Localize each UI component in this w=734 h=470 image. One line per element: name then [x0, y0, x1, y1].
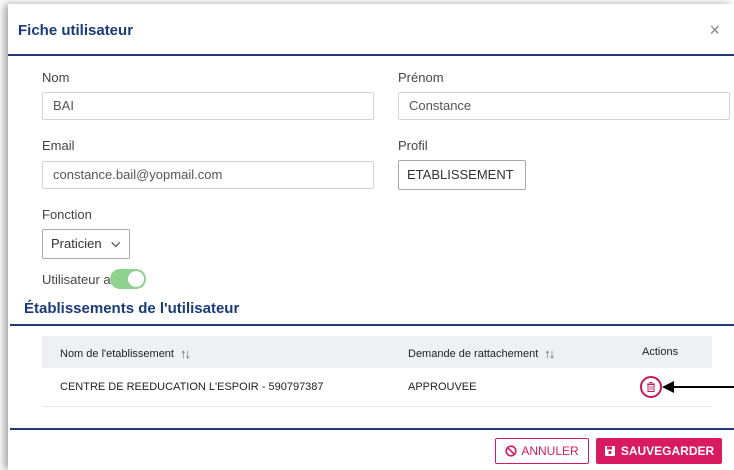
- actif-toggle[interactable]: [110, 269, 146, 289]
- footer-divider: [10, 428, 734, 430]
- trash-glyph: [647, 382, 655, 392]
- email-label: Email: [42, 138, 75, 153]
- prenom-input[interactable]: Constance: [398, 92, 730, 120]
- save-icon: [604, 446, 615, 456]
- arrow-left-icon: [662, 381, 734, 393]
- nom-input[interactable]: BAI: [42, 92, 374, 120]
- section-divider: [10, 324, 734, 326]
- section-title: Établissements de l'utilisateur: [24, 300, 240, 317]
- sort-icon[interactable]: ↑↓: [544, 346, 555, 361]
- title-divider: [8, 54, 734, 56]
- row-status: APPROUVEE: [408, 381, 477, 393]
- profil-select[interactable]: ETABLISSEMENT: [398, 160, 526, 190]
- sort-icon[interactable]: ↑↓: [180, 346, 191, 361]
- save-label: SAUVEGARDER: [620, 444, 715, 458]
- trash-icon[interactable]: [640, 376, 662, 398]
- col-actions-label: Actions: [642, 346, 679, 358]
- row-establishment-name: CENTRE DE REEDUCATION L'ESPOIR - 5907973…: [60, 381, 324, 393]
- fonction-label: Fonction: [42, 207, 92, 222]
- dialog-title: Fiche utilisateur: [18, 22, 134, 39]
- table-row: CENTRE DE REEDUCATION L'ESPOIR - 5907973…: [42, 368, 712, 407]
- chevron-down-icon: [110, 241, 120, 248]
- email-input[interactable]: constance.bail@yopmail.com: [42, 161, 374, 189]
- cancel-label: ANNULER: [521, 444, 579, 458]
- table-header: Nom de l'etablissement ↑↓ Demande de rat…: [42, 336, 712, 368]
- profil-label: Profil: [398, 138, 428, 153]
- profil-value: ETABLISSEMENT: [407, 167, 514, 182]
- save-button[interactable]: SAUVEGARDER: [596, 438, 722, 464]
- toggle-knob: [128, 271, 144, 287]
- col-demande-label: Demande de rattachement: [408, 347, 539, 360]
- close-icon[interactable]: ×: [709, 20, 720, 41]
- ban-icon: [505, 445, 517, 457]
- prenom-label: Prénom: [398, 70, 444, 85]
- col-header-demande[interactable]: Demande de rattachement ↑↓: [408, 346, 555, 361]
- fonction-value: Praticien: [51, 236, 102, 251]
- col-header-name[interactable]: Nom de l'etablissement ↑↓: [60, 346, 191, 361]
- col-name-label: Nom de l'etablissement: [60, 347, 174, 360]
- fonction-select[interactable]: Praticien: [42, 229, 130, 259]
- col-header-actions: Actions: [642, 346, 678, 358]
- cancel-button[interactable]: ANNULER: [495, 438, 589, 464]
- nom-label: Nom: [42, 70, 70, 85]
